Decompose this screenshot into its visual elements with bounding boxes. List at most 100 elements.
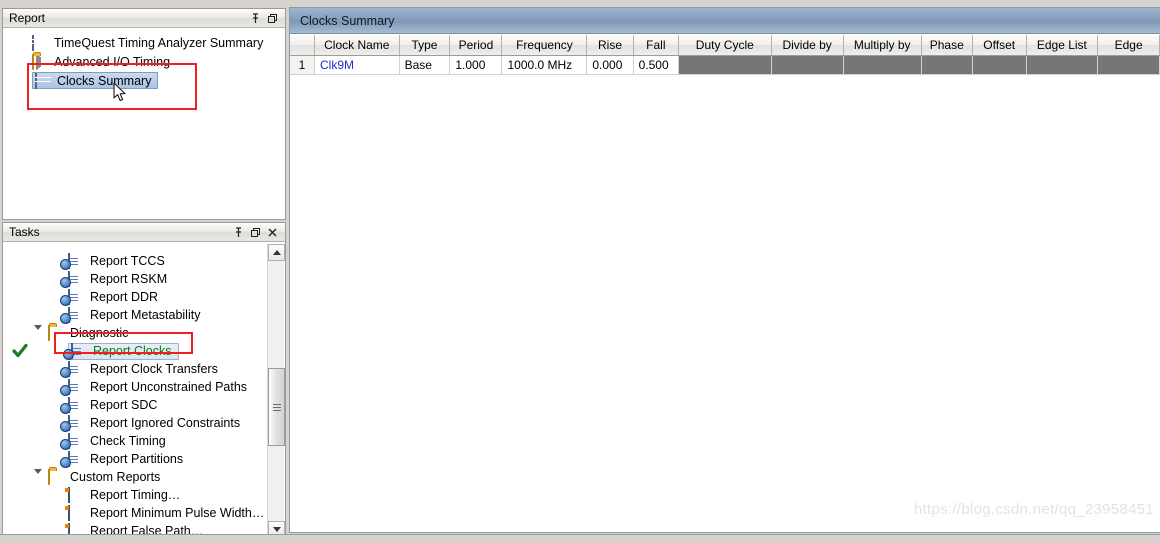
report-panel-title-buttons [249,12,282,25]
scroll-up-button[interactable] [268,244,285,261]
tasks-body: Report TCCS Report RSKM Report DDR Repor… [3,242,285,539]
cell-clock-name[interactable]: Clk9M [314,55,400,75]
tab-clocks-summary[interactable]: Clocks Summary [290,8,1160,34]
column-header-type[interactable]: Type [399,35,451,56]
window-bottom-edge [0,534,1160,543]
task-item-check-timing[interactable]: Check Timing [4,432,266,450]
document-area: Clocks Summary Clock Name Type Period Fr… [289,7,1160,533]
column-header-multiply-by[interactable]: Multiply by [843,35,922,56]
report-clock-icon [68,379,84,395]
column-header-edge[interactable]: Edge [1097,35,1160,56]
task-item-report-clock-transfers[interactable]: Report Clock Transfers [4,360,266,378]
task-item-label: Report RSKM [90,272,168,286]
tasks-panel-title-buttons [232,226,282,239]
table-row[interactable]: 1 Clk9M Base 1.000 1000.0 MHz 0.000 0.50… [290,55,1160,75]
report-clock-icon [68,253,84,269]
task-item-label: Check Timing [90,434,166,448]
column-header-duty-cycle[interactable]: Duty Cycle [678,35,772,56]
task-group-custom-reports[interactable]: Custom Reports [4,468,266,488]
selected-highlight: Report Clocks [68,342,179,360]
task-item-label: Report Ignored Constraints [90,416,241,430]
task-item-label: Report Partitions [90,452,184,466]
task-item-label: Report Unconstrained Paths [90,380,248,394]
task-item-label: Report Metastability [90,308,201,322]
window-top-edge [0,0,289,7]
task-item-report-tccs[interactable]: Report TCCS [4,252,266,270]
task-item-label: Report Minimum Pulse Width… [90,506,265,520]
report-panel-title: Report [9,10,46,25]
grid-blue-icon [35,72,51,89]
report-tree-item-timequest-summary[interactable]: TimeQuest Timing Analyzer Summary [4,33,284,52]
check-icon [12,343,28,359]
tab-label: Clocks Summary [300,13,395,28]
task-item-label: Report SDC [90,398,158,412]
task-group-label: Custom Reports [70,470,161,484]
task-item-report-metastability[interactable]: Report Metastability [4,306,266,324]
column-header-rownum[interactable] [290,35,316,56]
clocks-summary-grid-container: Clock Name Type Period Frequency Rise Fa… [290,35,1160,532]
pin-icon[interactable] [232,226,245,239]
report-clock-icon [68,397,84,413]
cell-phase [921,55,973,75]
column-header-frequency[interactable]: Frequency [501,35,588,56]
report-clock-icon [71,343,87,359]
cell-duty-cycle [678,55,772,75]
task-item-label: Report TCCS [90,254,165,268]
selected-highlight: Clocks Summary [32,72,159,89]
report-panel: Report TimeQuest Timing Analyzer Summary [2,8,286,220]
column-header-fall[interactable]: Fall [633,35,680,56]
task-item-report-clocks[interactable]: Report Clocks [4,342,266,360]
cell-fall: 0.500 [633,55,680,75]
task-item-label: Report Clock Transfers [90,362,218,376]
cell-edge [1097,55,1160,75]
cell-offset [972,55,1027,75]
column-header-divide-by[interactable]: Divide by [771,35,844,56]
report-clock-icon [68,271,84,287]
cell-rise: 0.000 [586,55,634,75]
task-item-report-rskm[interactable]: Report RSKM [4,270,266,288]
cell-multiply-by [843,55,922,75]
folder-icon [32,53,48,70]
task-item-report-ignored-constraints[interactable]: Report Ignored Constraints [4,414,266,432]
task-group-label: Diagnostic [70,326,129,340]
grip-icon [272,402,281,413]
report-tree: TimeQuest Timing Analyzer Summary Advanc… [4,29,284,90]
task-item-report-minimum-pulse-width[interactable]: Report Minimum Pulse Width… [4,504,266,522]
arrow-down-icon [272,527,281,532]
folder-icon [48,469,64,485]
table-header-row: Clock Name Type Period Frequency Rise Fa… [290,35,1160,56]
report-clock-icon [68,307,84,323]
column-header-phase[interactable]: Phase [921,35,973,56]
task-item-report-unconstrained-paths[interactable]: Report Unconstrained Paths [4,378,266,396]
scrollbar-thumb[interactable] [268,368,285,446]
restore-icon[interactable] [249,226,262,239]
task-item-report-ddr[interactable]: Report DDR [4,288,266,306]
task-item-label: Report Clocks [93,344,172,358]
report-clock-icon [68,451,84,467]
report-tree-body: TimeQuest Timing Analyzer Summary Advanc… [3,28,285,219]
task-group-diagnostic[interactable]: Diagnostic [4,324,266,344]
clocks-summary-table: Clock Name Type Period Frequency Rise Fa… [290,35,1160,75]
pin-icon[interactable] [249,12,262,25]
tasks-scrollbar[interactable] [267,244,285,538]
cell-period: 1.000 [449,55,503,75]
column-header-offset[interactable]: Offset [972,35,1027,56]
restore-icon[interactable] [266,12,279,25]
column-header-clock-name[interactable]: Clock Name [314,35,400,56]
column-header-period[interactable]: Period [449,35,503,56]
report-clock-icon [68,433,84,449]
task-item-report-sdc[interactable]: Report SDC [4,396,266,414]
arrow-up-icon [272,250,281,255]
report-tree-item-clocks-summary[interactable]: Clocks Summary [4,71,284,90]
task-item-report-partitions[interactable]: Report Partitions [4,450,266,468]
report-clock-icon [68,415,84,431]
application-window: Report TimeQuest Timing Analyzer Summary [0,0,1160,543]
cell-edge-list [1026,55,1099,75]
task-item-report-timing[interactable]: Report Timing… [4,486,266,504]
close-icon[interactable] [266,226,279,239]
column-header-edge-list[interactable]: Edge List [1026,35,1099,56]
tasks-panel-titlebar: Tasks [3,223,285,242]
report-tree-item-advanced-io-timing[interactable]: Advanced I/O Timing [4,52,284,71]
report-tree-item-label: TimeQuest Timing Analyzer Summary [54,35,264,50]
column-header-rise[interactable]: Rise [586,35,634,56]
